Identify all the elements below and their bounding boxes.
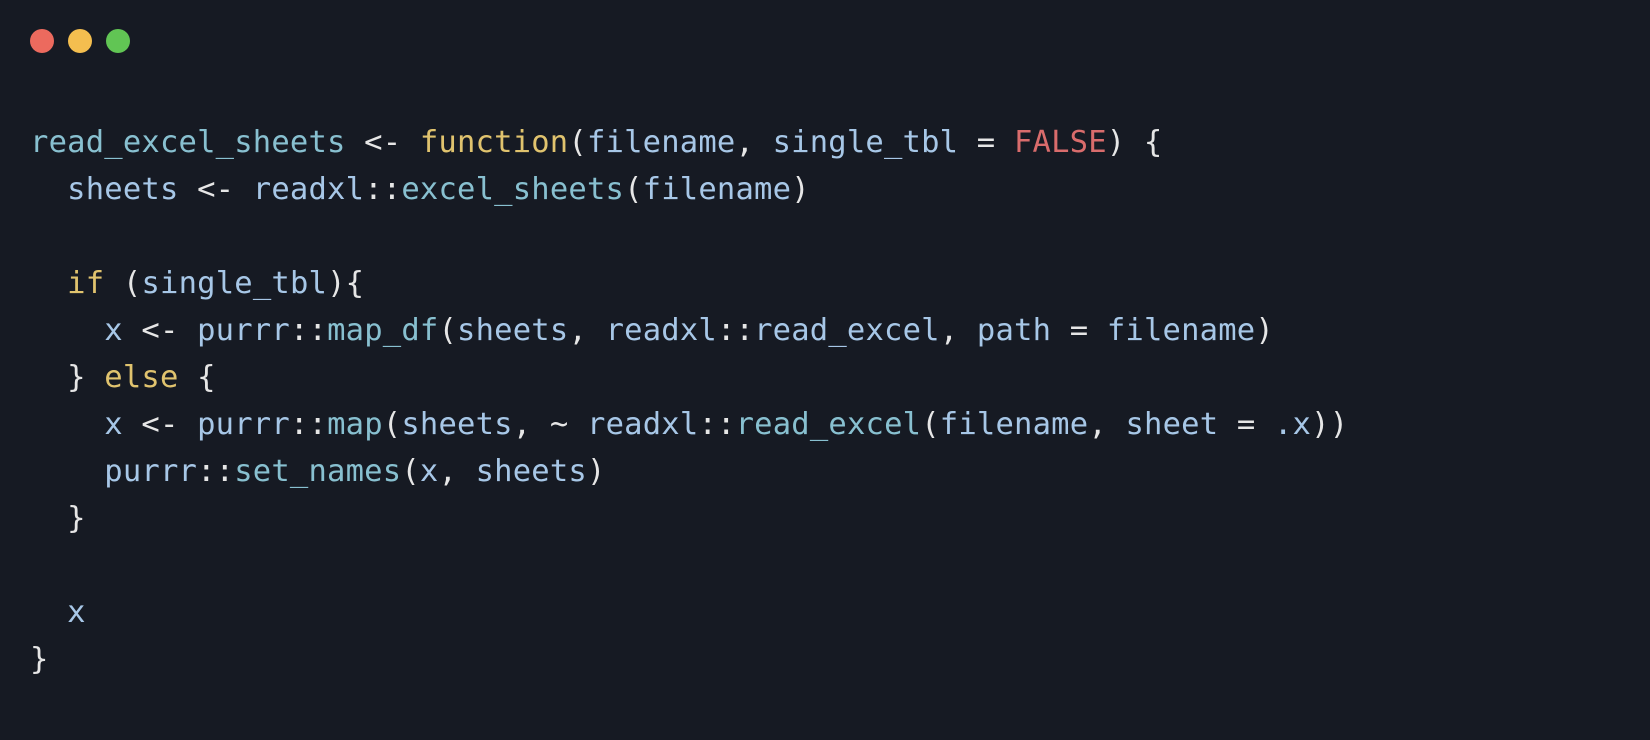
argument: filename — [1107, 313, 1256, 348]
paren-open: ( — [401, 454, 420, 489]
code-line: sheets <- readxl::excel_sheets(filename) — [30, 172, 810, 207]
return-value: x — [67, 595, 86, 630]
package-name: purrr — [104, 454, 197, 489]
function-call: excel_sheets — [401, 172, 624, 207]
argument: filename — [643, 172, 792, 207]
indent — [30, 407, 104, 442]
function-call: read_excel — [736, 407, 922, 442]
assign-operator: <- — [346, 125, 420, 160]
maximize-icon[interactable] — [106, 29, 130, 53]
code-line: } else { — [30, 360, 216, 395]
code-line: } — [30, 501, 86, 536]
space — [104, 266, 123, 301]
paren-close: ) — [1311, 407, 1330, 442]
literal-false: FALSE — [1014, 125, 1107, 160]
paren-close: ) — [791, 172, 810, 207]
assign-operator: <- — [123, 313, 197, 348]
code-line: if (single_tbl){ — [30, 266, 364, 301]
assign-operator: <- — [179, 172, 253, 207]
indent — [30, 360, 67, 395]
comma: , — [1088, 407, 1125, 442]
argument: sheets — [476, 454, 587, 489]
argument: sheets — [401, 407, 512, 442]
comma: , — [513, 407, 550, 442]
indent — [30, 454, 104, 489]
brace-close: } — [67, 501, 86, 536]
brace-open: { — [197, 360, 216, 395]
indent — [30, 266, 67, 301]
code-line: read_excel_sheets <- function(filename, … — [30, 125, 1162, 160]
argument: sheets — [457, 313, 568, 348]
double-colon: :: — [698, 407, 735, 442]
double-colon: :: — [290, 313, 327, 348]
param: single_tbl — [773, 125, 959, 160]
close-icon[interactable] — [30, 29, 54, 53]
paren-open: ( — [438, 313, 457, 348]
package-name: purrr — [197, 407, 290, 442]
equals: = — [1051, 313, 1107, 348]
paren-open: ( — [568, 125, 587, 160]
paren-close: ) — [1330, 407, 1349, 442]
code-line: purrr::set_names(x, sheets) — [30, 454, 606, 489]
package-name: readxl — [606, 313, 717, 348]
comma: , — [940, 313, 977, 348]
paren-open: ( — [921, 407, 940, 442]
function-definition-name: read_excel_sheets — [30, 125, 346, 160]
tilde: ~ — [550, 407, 569, 442]
code-line: x <- purrr::map_df(sheets, readxl::read_… — [30, 313, 1274, 348]
paren-close-brace: ) { — [1107, 125, 1163, 160]
paren-open: ( — [383, 407, 402, 442]
double-colon: :: — [364, 172, 401, 207]
paren-open: ( — [123, 266, 142, 301]
argument: .x — [1274, 407, 1311, 442]
argument: read_excel — [754, 313, 940, 348]
paren-close: ) — [587, 454, 606, 489]
package-name: purrr — [197, 313, 290, 348]
paren-close: ) — [1255, 313, 1274, 348]
assign-operator: <- — [123, 407, 197, 442]
double-colon: :: — [197, 454, 234, 489]
keyword-function: function — [420, 125, 569, 160]
minimize-icon[interactable] — [68, 29, 92, 53]
comma: , — [438, 454, 475, 489]
variable: x — [104, 313, 123, 348]
equals: = — [958, 125, 1014, 160]
code-editor[interactable]: read_excel_sheets <- function(filename, … — [0, 60, 1650, 684]
brace-close: } — [67, 360, 86, 395]
indent — [30, 172, 67, 207]
package-name: readxl — [587, 407, 698, 442]
function-call: map_df — [327, 313, 438, 348]
indent — [30, 501, 67, 536]
named-arg: path — [977, 313, 1051, 348]
comma: , — [735, 125, 772, 160]
titlebar — [0, 0, 1650, 60]
paren-close-brace: ){ — [327, 266, 364, 301]
paren-open: ( — [624, 172, 643, 207]
keyword-else: else — [104, 360, 178, 395]
variable: x — [104, 407, 123, 442]
variable: sheets — [67, 172, 178, 207]
code-line: x <- purrr::map(sheets, ~ readxl::read_e… — [30, 407, 1348, 442]
argument: filename — [940, 407, 1089, 442]
indent — [30, 313, 104, 348]
equals: = — [1218, 407, 1274, 442]
package-name: readxl — [253, 172, 364, 207]
indent — [30, 595, 67, 630]
function-call: set_names — [234, 454, 401, 489]
space — [179, 360, 198, 395]
argument: x — [420, 454, 439, 489]
keyword-if: if — [67, 266, 104, 301]
code-line: } — [30, 642, 49, 677]
named-arg: sheet — [1125, 407, 1218, 442]
comma: , — [568, 313, 605, 348]
function-call: map — [327, 407, 383, 442]
space — [568, 407, 587, 442]
param: filename — [587, 125, 736, 160]
double-colon: :: — [290, 407, 327, 442]
code-line: x — [30, 595, 86, 630]
condition: single_tbl — [141, 266, 327, 301]
space — [86, 360, 105, 395]
double-colon: :: — [717, 313, 754, 348]
brace-close: } — [30, 642, 49, 677]
